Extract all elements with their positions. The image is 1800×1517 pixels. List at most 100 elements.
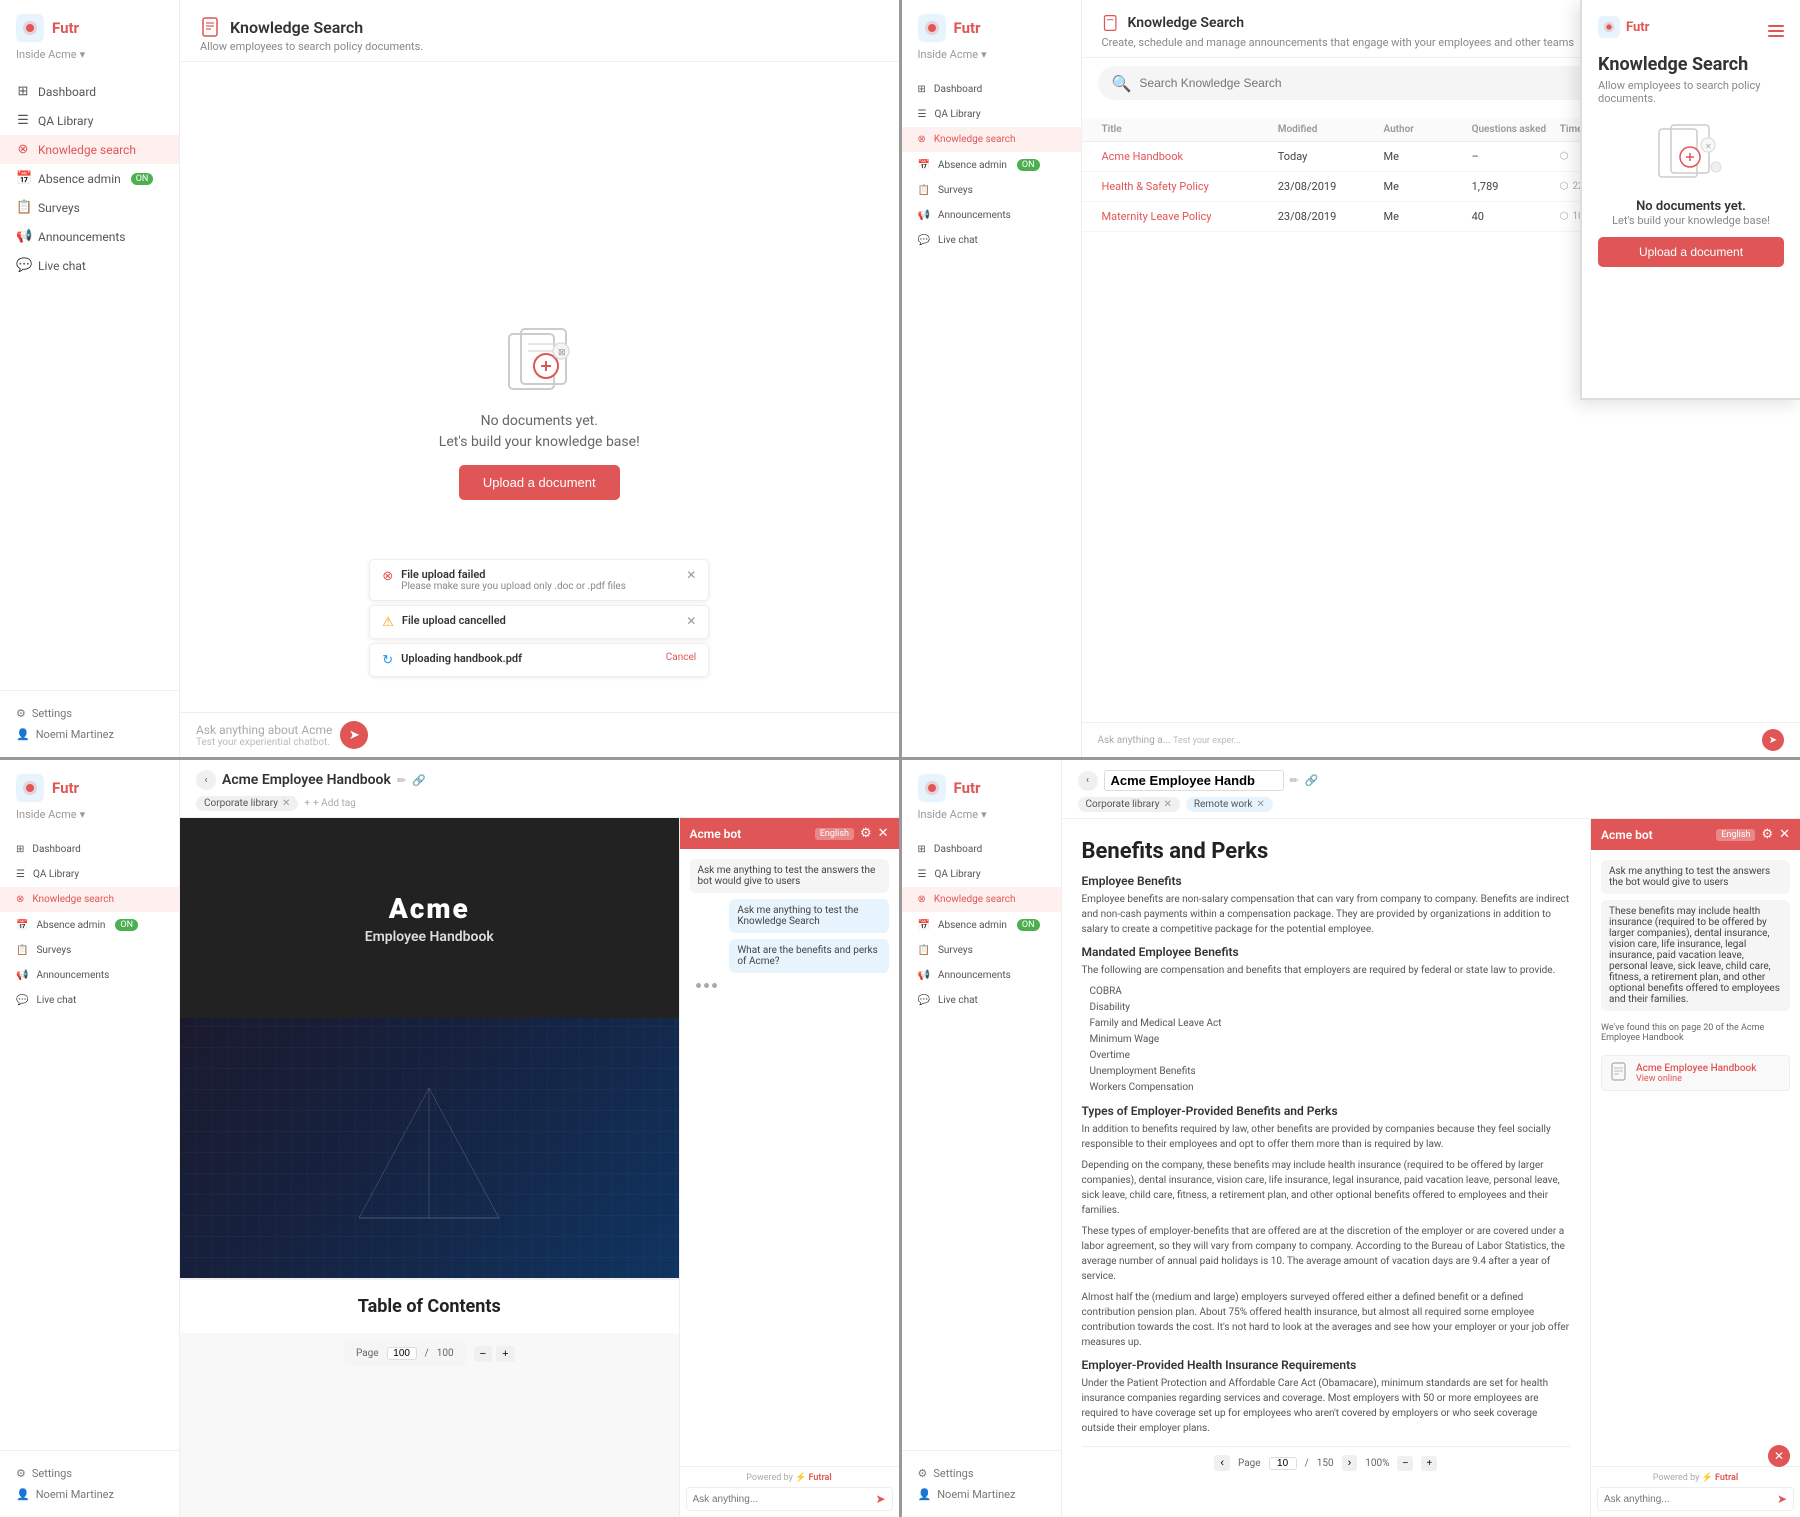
p2-doc-icon bbox=[1102, 14, 1120, 32]
sidebar-item-announcements[interactable]: 📢Announcements bbox=[0, 222, 179, 251]
s3-absence[interactable]: 📅Absence adminON bbox=[0, 912, 179, 938]
p4-found-text: We've found this on page 20 of the Acme … bbox=[1601, 1023, 1790, 1043]
p4-chatbot-settings[interactable]: ⚙ bbox=[1761, 827, 1773, 842]
s4-absence[interactable]: 📅Absence adminON bbox=[902, 912, 1061, 938]
s2-dashboard[interactable]: ⊞Dashboard bbox=[902, 77, 1081, 102]
row2-title[interactable]: Health & Safety Policy bbox=[1102, 180, 1278, 193]
list-item: Family and Medical Leave Act bbox=[1082, 1016, 1571, 1032]
sidebar-item-absence-admin[interactable]: 📅Absence adminON bbox=[0, 164, 179, 193]
p4-edit-icon[interactable]: ✏ bbox=[1290, 774, 1299, 787]
p2-chat-bar: Ask anything a... Test your exper... ➤ bbox=[1082, 722, 1800, 757]
user-profile[interactable]: 👤 Noemi Martinez bbox=[16, 724, 163, 745]
typing-indicator bbox=[690, 979, 889, 992]
qa-icon: ☰ bbox=[16, 113, 30, 128]
sidebar-item-live-chat[interactable]: 💬Live chat bbox=[0, 251, 179, 280]
zoom-out-button[interactable]: − bbox=[474, 1346, 492, 1362]
sidebar-item-qa-library[interactable]: ☰QA Library bbox=[0, 106, 179, 135]
s4-surveys[interactable]: 📋Surveys bbox=[902, 938, 1061, 963]
p4-remove-remote[interactable]: ✕ bbox=[1257, 799, 1265, 810]
s2-live-chat[interactable]: 💬Live chat bbox=[902, 228, 1081, 253]
p4-next-page[interactable]: › bbox=[1342, 1455, 1358, 1471]
upload-document-button[interactable]: Upload a document bbox=[459, 465, 620, 500]
chatbot-input-3[interactable] bbox=[693, 1494, 872, 1505]
tag-row: Corporate library✕ ++ Add tag bbox=[196, 796, 883, 811]
chatbot-send-4[interactable]: ➤ bbox=[1777, 1492, 1787, 1506]
s3-knowledge[interactable]: ⊗Knowledge search bbox=[0, 887, 179, 912]
document-content: Benefits and Perks Employee Benefits Emp… bbox=[1062, 819, 1591, 1517]
s2-announcements[interactable]: 📢Announcements bbox=[902, 203, 1081, 228]
s3-announcements[interactable]: 📢Announcements bbox=[0, 963, 179, 988]
p4-zoom-out[interactable]: − bbox=[1397, 1456, 1413, 1471]
chat-send-button-1[interactable]: ➤ bbox=[340, 721, 368, 749]
s4-live-chat[interactable]: 💬Live chat bbox=[902, 988, 1061, 1013]
main-content-1: Knowledge Search Allow employees to sear… bbox=[180, 0, 899, 757]
chatbot-send-3[interactable]: ➤ bbox=[875, 1492, 885, 1506]
s2-qa[interactable]: ☰QA Library bbox=[902, 102, 1081, 127]
p1-body: ⊠ No documents yet. Let's build your kno… bbox=[180, 62, 899, 757]
page-input[interactable] bbox=[387, 1347, 417, 1360]
s4-dashboard[interactable]: ⊞Dashboard bbox=[902, 837, 1061, 862]
s4-settings[interactable]: ⚙ Settings bbox=[918, 1463, 1045, 1484]
p4-bot-response: These benefits may include health insura… bbox=[1601, 900, 1790, 1011]
s2-knowledge[interactable]: ⊗Knowledge search bbox=[902, 127, 1081, 152]
list-item: Minimum Wage bbox=[1082, 1032, 1571, 1048]
chatbot-float-close-4[interactable]: ✕ bbox=[1768, 1445, 1790, 1467]
panel-bottom-left: Futr Inside Acme▾ ⊞Dashboard ☰QA Library… bbox=[0, 760, 899, 1517]
p4-back-button[interactable]: ‹ bbox=[1078, 771, 1098, 791]
sidebar-item-dashboard[interactable]: ⊞Dashboard bbox=[0, 77, 179, 106]
s4-qa[interactable]: ☰QA Library bbox=[902, 862, 1061, 887]
add-tag-button[interactable]: ++ Add tag bbox=[304, 798, 355, 809]
p2-chat-send[interactable]: ➤ bbox=[1762, 729, 1784, 751]
chatbot-settings-icon[interactable]: ⚙ bbox=[860, 826, 872, 841]
s3-user[interactable]: 👤 Noemi Martinez bbox=[16, 1484, 163, 1505]
sidebar-item-knowledge-search[interactable]: ⊗Knowledge search bbox=[0, 135, 179, 164]
sidebar-item-surveys[interactable]: 📋Surveys bbox=[0, 193, 179, 222]
p4-page-input[interactable] bbox=[1269, 1457, 1297, 1470]
powered-by-3: Powered by ⚡ Futral bbox=[686, 1473, 893, 1483]
row3-title[interactable]: Maternity Leave Policy bbox=[1102, 210, 1278, 223]
source-link[interactable]: View online bbox=[1636, 1074, 1756, 1084]
bot-prompt-msg-3: Ask me anything to test the answers the … bbox=[690, 859, 889, 893]
tag-remove-corporate[interactable]: ✕ bbox=[282, 798, 290, 809]
notif-close-error[interactable]: ✕ bbox=[686, 568, 696, 582]
p4-zoom-in[interactable]: + bbox=[1421, 1456, 1437, 1471]
chatbot-input-4[interactable] bbox=[1604, 1494, 1773, 1505]
section2-subtitle: Employer-Provided Health Insurance Requi… bbox=[1082, 1358, 1571, 1372]
s4-knowledge[interactable]: ⊗Knowledge search bbox=[902, 887, 1061, 912]
s2-absence[interactable]: 📅Absence adminON bbox=[902, 152, 1081, 178]
s4-user[interactable]: 👤 Noemi Martinez bbox=[918, 1484, 1045, 1505]
s3-surveys[interactable]: 📋Surveys bbox=[0, 938, 179, 963]
chatbot-close-icon[interactable]: ✕ bbox=[878, 826, 889, 841]
notif-close-warning[interactable]: ✕ bbox=[686, 614, 696, 628]
p4-remove-corporate[interactable]: ✕ bbox=[1163, 799, 1171, 810]
overlay-upload-button[interactable]: Upload a document bbox=[1598, 237, 1784, 267]
inside-label-2: Inside Acme▾ bbox=[902, 46, 1081, 69]
source-doc-icon bbox=[1610, 1062, 1630, 1084]
settings-link[interactable]: ⚙ Settings bbox=[16, 703, 163, 724]
notif-warning-title: File upload cancelled bbox=[402, 614, 506, 627]
p4-prev-page[interactable]: ‹ bbox=[1214, 1455, 1230, 1471]
tag-corporate: Corporate library✕ bbox=[196, 796, 298, 811]
logo-area: Futr bbox=[0, 0, 179, 46]
zoom-in-button[interactable]: + bbox=[496, 1346, 514, 1362]
notif-cancel-btn[interactable]: Cancel bbox=[666, 652, 696, 663]
p4-chatbot-close[interactable]: ✕ bbox=[1779, 827, 1790, 842]
doc-icon bbox=[200, 16, 222, 38]
s3-live-chat[interactable]: 💬Live chat bbox=[0, 988, 179, 1013]
s3-dashboard[interactable]: ⊞Dashboard bbox=[0, 837, 179, 862]
para6-text: Almost half the (medium and large) emplo… bbox=[1082, 1290, 1571, 1350]
row1-title[interactable]: Acme Handbook bbox=[1102, 150, 1278, 163]
chatbot-header-4: Acme bot English ⚙ ✕ bbox=[1591, 819, 1800, 850]
edit-title-icon[interactable]: ✏ bbox=[397, 774, 406, 787]
list-item: COBRA bbox=[1082, 984, 1571, 1000]
row1-modified: Today bbox=[1278, 150, 1384, 163]
logo-text-2: Futr bbox=[954, 19, 981, 37]
p4-doc-title-input[interactable] bbox=[1104, 770, 1284, 791]
hamburger-menu[interactable] bbox=[1768, 25, 1784, 37]
s3-settings[interactable]: ⚙ Settings bbox=[16, 1463, 163, 1484]
list-item: Disability bbox=[1082, 1000, 1571, 1016]
s3-qa[interactable]: ☰QA Library bbox=[0, 862, 179, 887]
s4-announcements[interactable]: 📢Announcements bbox=[902, 963, 1061, 988]
back-button[interactable]: ‹ bbox=[196, 770, 216, 790]
s2-surveys[interactable]: 📋Surveys bbox=[902, 178, 1081, 203]
